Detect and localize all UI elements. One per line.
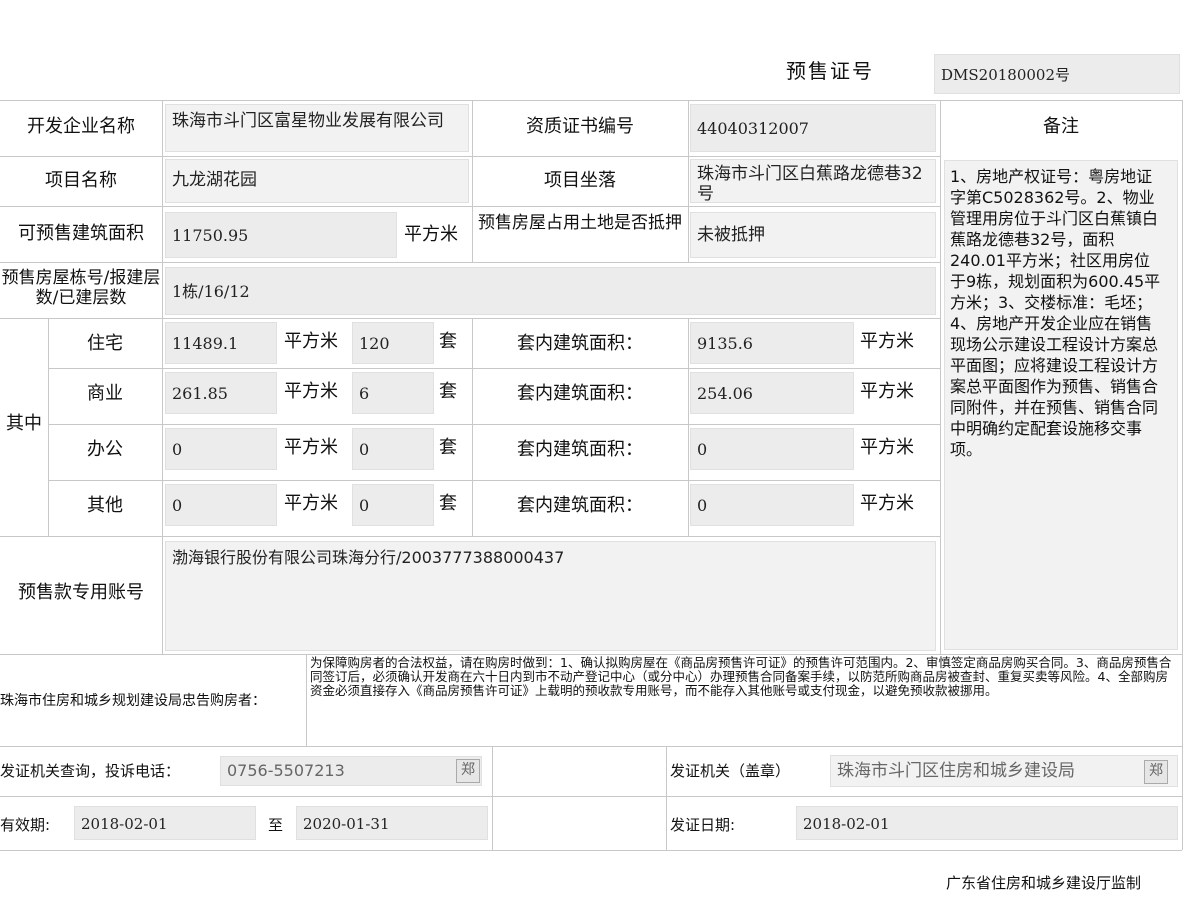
grid-line <box>48 424 940 425</box>
supervision-text: 广东省住房和城乡建设厅监制 <box>946 874 1142 892</box>
phone-chip: 郑 <box>456 759 480 783</box>
breakdown-count-unit: 套 <box>439 331 457 352</box>
account-label: 预售款专用账号 <box>18 582 144 603</box>
grid-line <box>0 156 940 157</box>
project-label: 项目名称 <box>45 170 117 191</box>
breakdown-inner-field: 254.06 <box>690 372 854 414</box>
grid-line <box>492 746 493 850</box>
cert-label: 资质证书编号 <box>526 116 634 137</box>
breakdown-inner-unit: 平方米 <box>860 381 914 402</box>
grid-line <box>1182 100 1183 850</box>
developer-label: 开发企业名称 <box>27 116 135 137</box>
notice-text: 为保障购房者的合法权益，请在购房时做到：1、确认拟购房屋在《商品房预售许可证》的… <box>310 655 1172 698</box>
breakdown-area-field: 261.85 <box>165 372 277 414</box>
issue-date-field: 2018-02-01 <box>796 806 1178 840</box>
grid-line <box>0 536 940 537</box>
breakdown-area-field: 0 <box>165 484 277 526</box>
breakdown-count-unit: 套 <box>439 493 457 514</box>
validity-label: 有效期: <box>0 816 51 834</box>
breakdown-area-unit: 平方米 <box>284 437 338 458</box>
breakdown-count-field: 0 <box>352 484 434 526</box>
breakdown-count-unit: 套 <box>439 437 457 458</box>
to-label: 至 <box>268 816 284 834</box>
saleable-area-unit: 平方米 <box>404 224 458 245</box>
cert-field: 44040312007 <box>690 104 936 152</box>
grid-line <box>688 100 689 262</box>
issuer-field: 珠海市斗门区住房和城乡建设局 <box>830 755 1178 787</box>
breakdown-inner-label: 套内建筑面积： <box>517 333 643 354</box>
breakdown-count-unit: 套 <box>439 381 457 402</box>
issuer-label: 发证机关（盖章） <box>670 762 791 780</box>
grid-line <box>0 262 940 263</box>
breakdown-type-label: 商业 <box>87 383 123 404</box>
saleable-area-label: 可预售建筑面积 <box>18 223 144 244</box>
breakdown-inner-label: 套内建筑面积： <box>517 439 643 460</box>
building-field: 1栋/16/12 <box>165 267 936 315</box>
presale-no-label: 预售证号 <box>786 59 874 83</box>
breakdown-inner-label: 套内建筑面积： <box>517 383 643 404</box>
breakdown-group-label: 其中 <box>6 413 42 434</box>
notice-label: 珠海市住房和城乡规划建设局忠告购房者： <box>0 693 266 709</box>
breakdown-area-field: 11489.1 <box>165 322 277 364</box>
issue-date-label: 发证日期: <box>670 816 736 834</box>
breakdown-count-field: 120 <box>352 322 434 364</box>
issuer-chip: 郑 <box>1144 760 1168 784</box>
phone-label: 发证机关查询，投诉电话： <box>0 762 181 780</box>
breakdown-type-label: 其他 <box>87 495 123 516</box>
grid-line <box>666 746 667 850</box>
breakdown-count-field: 6 <box>352 372 434 414</box>
grid-line <box>306 654 307 746</box>
phone-field[interactable]: 0756-5507213 <box>220 756 482 786</box>
grid-line <box>162 100 163 654</box>
breakdown-inner-field: 0 <box>690 484 854 526</box>
remarks-text: 1、房地产权证号：粤房地证字第C5028362号。2、物业管理用房位于斗门区白蕉… <box>950 167 1161 459</box>
breakdown-count-field: 0 <box>352 428 434 470</box>
location-field: 珠海市斗门区白蕉路龙德巷32号 <box>690 159 936 203</box>
breakdown-area-unit: 平方米 <box>284 381 338 402</box>
building-label: 预售房屋栋号/报建层数/已建层数 <box>1 268 161 308</box>
grid-line <box>0 796 1182 797</box>
grid-line <box>48 368 940 369</box>
grid-line <box>0 206 940 207</box>
valid-from-field: 2018-02-01 <box>74 806 256 840</box>
project-field: 九龙湖花园 <box>165 159 469 203</box>
breakdown-inner-field: 0 <box>690 428 854 470</box>
grid-line <box>940 100 941 654</box>
breakdown-type-label: 住宅 <box>87 333 123 354</box>
mortgage-label: 预售房屋占用土地是否抵押 <box>478 213 682 233</box>
breakdown-inner-unit: 平方米 <box>860 331 914 352</box>
breakdown-inner-field: 9135.6 <box>690 322 854 364</box>
location-label: 项目坐落 <box>544 170 616 191</box>
remarks-label: 备注 <box>1043 116 1079 137</box>
breakdown-area-unit: 平方米 <box>284 331 338 352</box>
breakdown-type-label: 办公 <box>87 439 123 460</box>
developer-field: 珠海市斗门区富星物业发展有限公司 <box>165 104 469 152</box>
grid-line <box>0 318 940 319</box>
breakdown-area-field: 0 <box>165 428 277 470</box>
account-field: 渤海银行股份有限公司珠海分行/2003777388000437 <box>165 541 936 651</box>
breakdown-inner-unit: 平方米 <box>860 493 914 514</box>
breakdown-inner-unit: 平方米 <box>860 437 914 458</box>
grid-line <box>0 100 1182 101</box>
breakdown-inner-label: 套内建筑面积： <box>517 495 643 516</box>
breakdown-area-unit: 平方米 <box>284 493 338 514</box>
saleable-area-field: 11750.95 <box>165 212 397 258</box>
grid-line <box>48 480 940 481</box>
mortgage-field: 未被抵押 <box>690 212 936 258</box>
presale-no-field: DMS20180002号 <box>934 54 1180 94</box>
grid-line <box>0 746 1182 747</box>
valid-to-field: 2020-01-31 <box>296 806 488 840</box>
grid-line <box>688 318 689 536</box>
grid-line <box>0 850 1182 851</box>
